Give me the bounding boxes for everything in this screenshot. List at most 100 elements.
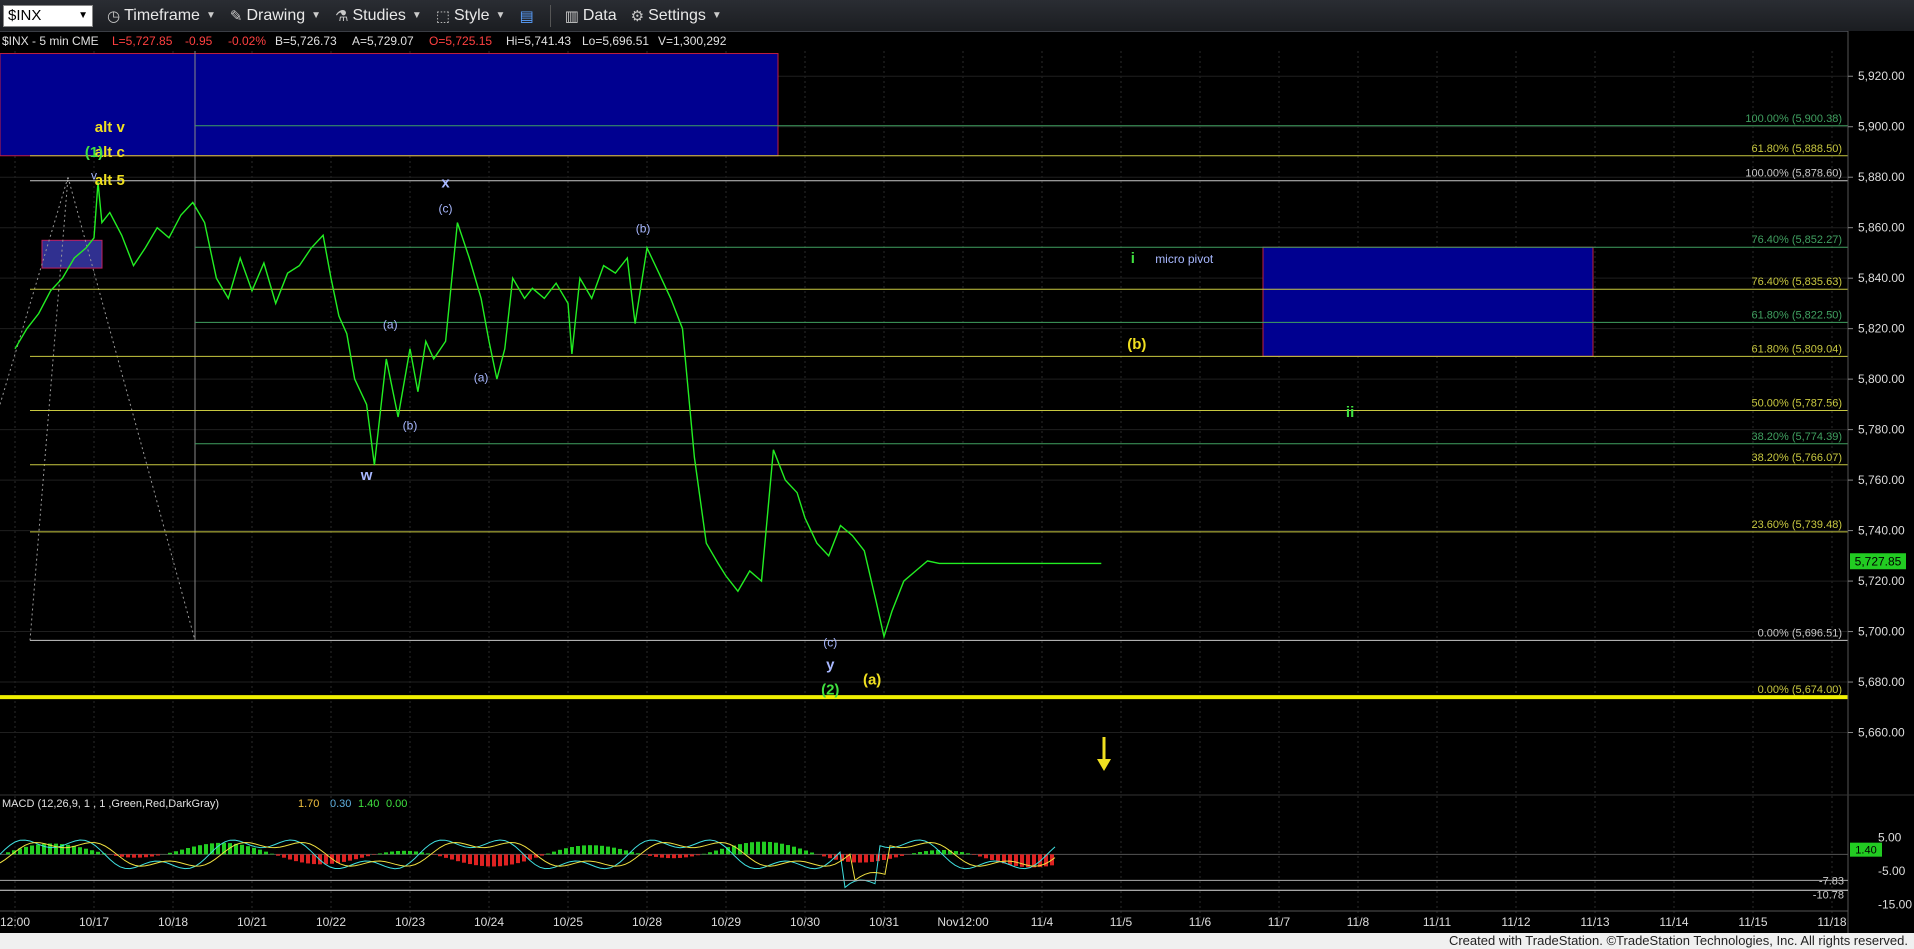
macd-hist-bar (678, 854, 682, 858)
x-tick-label: 11/14 (1659, 915, 1688, 929)
pencil-icon: ✎ (229, 7, 243, 25)
macd-hist-bar (66, 844, 70, 855)
macd-hist-bar (270, 853, 274, 855)
wave-label: v (91, 169, 97, 183)
macd-hist-bar (858, 854, 862, 863)
macd-hist-bar (444, 854, 448, 858)
macd-hist-bar (186, 848, 190, 855)
macd-tick-label: 5.00 (1878, 831, 1902, 845)
fib-levels: 100.00% (5,900.38) 61.80% (5,888.50) 100.0… (0, 113, 1848, 700)
footer-credit: Created with TradeStation. ©TradeStation… (1448, 933, 1908, 948)
drawing-button[interactable]: ✎ Drawing ▼ (230, 7, 321, 25)
macd-hist-bar (966, 853, 970, 855)
footer: Created with TradeStation. ©TradeStation… (0, 933, 1914, 949)
fib-label: 23.60% (5,739.48) (1751, 519, 1842, 531)
macd-right-label: 1.40 (1855, 845, 1876, 857)
macd-hist-bar (390, 851, 394, 855)
macd-hist-bar (822, 854, 826, 857)
x-tick-label: 10/31 (869, 915, 899, 929)
wave-label: (b) (1127, 336, 1146, 353)
wave-label: (c) (439, 202, 453, 216)
y-tick-label: 5,740.00 (1858, 524, 1905, 538)
macd-hist-bar (624, 850, 628, 855)
macd-hist-bar (456, 854, 460, 862)
macd-hist-bar (474, 854, 478, 866)
data-button[interactable]: ▥ Data (565, 7, 617, 25)
macd-value-3: 1.40 (358, 798, 379, 810)
x-tick-label: 10/17 (79, 915, 109, 929)
macd-hist-bar (192, 846, 196, 855)
macd-hist-bar (156, 854, 160, 856)
macd-hist-bar (546, 853, 550, 855)
y-axis[interactable]: 5,920.00 5,900.00 5,880.00 5,860.00 5,840.00… (1847, 31, 1914, 933)
macd-hist-bar (438, 854, 442, 857)
timeframe-label: Timeframe (124, 6, 200, 24)
macd-hist-bar (300, 854, 304, 863)
macd-hist-bar (564, 848, 568, 855)
fib-label: 76.40% (5,835.63) (1751, 276, 1842, 288)
y-tick-label: 5,900.00 (1858, 120, 1905, 134)
zone-boxes (0, 51, 1594, 641)
macd-hist-bar (750, 842, 754, 855)
timeframe-button[interactable]: ◷ Timeframe ▼ (107, 7, 216, 25)
macd-hist-bar (978, 854, 982, 857)
y-tick-label: 5,820.00 (1858, 322, 1905, 336)
macd-hist-bar (132, 854, 136, 858)
macd-hist-bar (180, 849, 184, 855)
x-tick-label: 11/11 (1423, 915, 1452, 929)
macd-hist-bar (702, 853, 706, 855)
macd-hist-bar (774, 842, 778, 855)
studies-button[interactable]: ⚗ Studies ▼ (335, 7, 422, 25)
macd-hist-bar (378, 853, 382, 855)
bar-chart-icon: ▥ (564, 7, 579, 25)
x-tick-label: 11/12 (1501, 915, 1530, 929)
style-icon: ⬚ (435, 7, 450, 25)
x-tick-label: Nov12:00 (937, 915, 989, 929)
y-tick-label: 5,700.00 (1858, 625, 1905, 639)
macd-hist-bar (138, 854, 142, 858)
studies-label: Studies (352, 6, 406, 24)
macd-hist-bar (648, 854, 652, 856)
layout-button[interactable]: ▤ (519, 7, 537, 25)
wave-labels: alt valt calt 5(1)v x(c)(b)(a)(a)(b)w(c)y… (85, 119, 1354, 699)
settings-button[interactable]: ⚙ Settings ▼ (631, 7, 722, 25)
style-button[interactable]: ⬚ Style ▼ (436, 7, 506, 25)
macd-hist-bar (786, 845, 790, 855)
toolbar-divider (549, 4, 551, 27)
y-tick-label: 5,680.00 (1858, 675, 1905, 689)
y-tick-label: 5,860.00 (1858, 221, 1905, 235)
x-tick-label: 10/24 (474, 915, 504, 929)
y-tick-label: 5,800.00 (1858, 372, 1905, 386)
header-change: -0.95 (185, 34, 213, 48)
macd-hist-bar (852, 854, 856, 863)
macd-hist-bar (798, 848, 802, 855)
macd-hist-bar (84, 848, 88, 855)
fib-label: 0.00% (5,674.00) (1758, 684, 1842, 696)
header-bid: B=5,726.73 (275, 34, 337, 48)
macd-hist-bar (990, 854, 994, 861)
x-tick-label: 10/23 (395, 915, 425, 929)
macd-hist-bar (342, 854, 346, 862)
symbol-input[interactable]: $INX ▼ (3, 4, 93, 27)
macd-hist-bar (30, 845, 34, 855)
macd-hist-bar (174, 851, 178, 855)
macd-hist-bar (684, 854, 688, 858)
price-chart[interactable]: $INX - 5 min CME L=5,727.85 -0.95 -0.02%… (0, 31, 1914, 933)
macd-hist-bar (264, 851, 268, 855)
macd-hist-bar (450, 854, 454, 860)
x-tick-label: 10/29 (711, 915, 741, 929)
resistance-zone-box (0, 53, 779, 157)
x-axis[interactable]: 12:00 10/17 10/18 10/21 10/22 10/23 10/24 10/25… (0, 910, 1848, 929)
wave-label: w (360, 467, 373, 484)
symbol-value: $INX (8, 7, 42, 24)
macd-hist-bar (360, 854, 364, 858)
wave-label: (a) (863, 672, 881, 689)
y-tick-label: 5,880.00 (1858, 170, 1905, 184)
y-tick-label: 5,920.00 (1858, 69, 1905, 83)
x-tick-label: 11/5 (1110, 915, 1133, 929)
small-zone-box (41, 239, 103, 269)
macd-hist-bar (900, 854, 904, 856)
x-tick-label: 10/28 (632, 915, 662, 929)
x-tick-label: 10/30 (790, 915, 820, 929)
macd-hist-bar (78, 847, 82, 855)
